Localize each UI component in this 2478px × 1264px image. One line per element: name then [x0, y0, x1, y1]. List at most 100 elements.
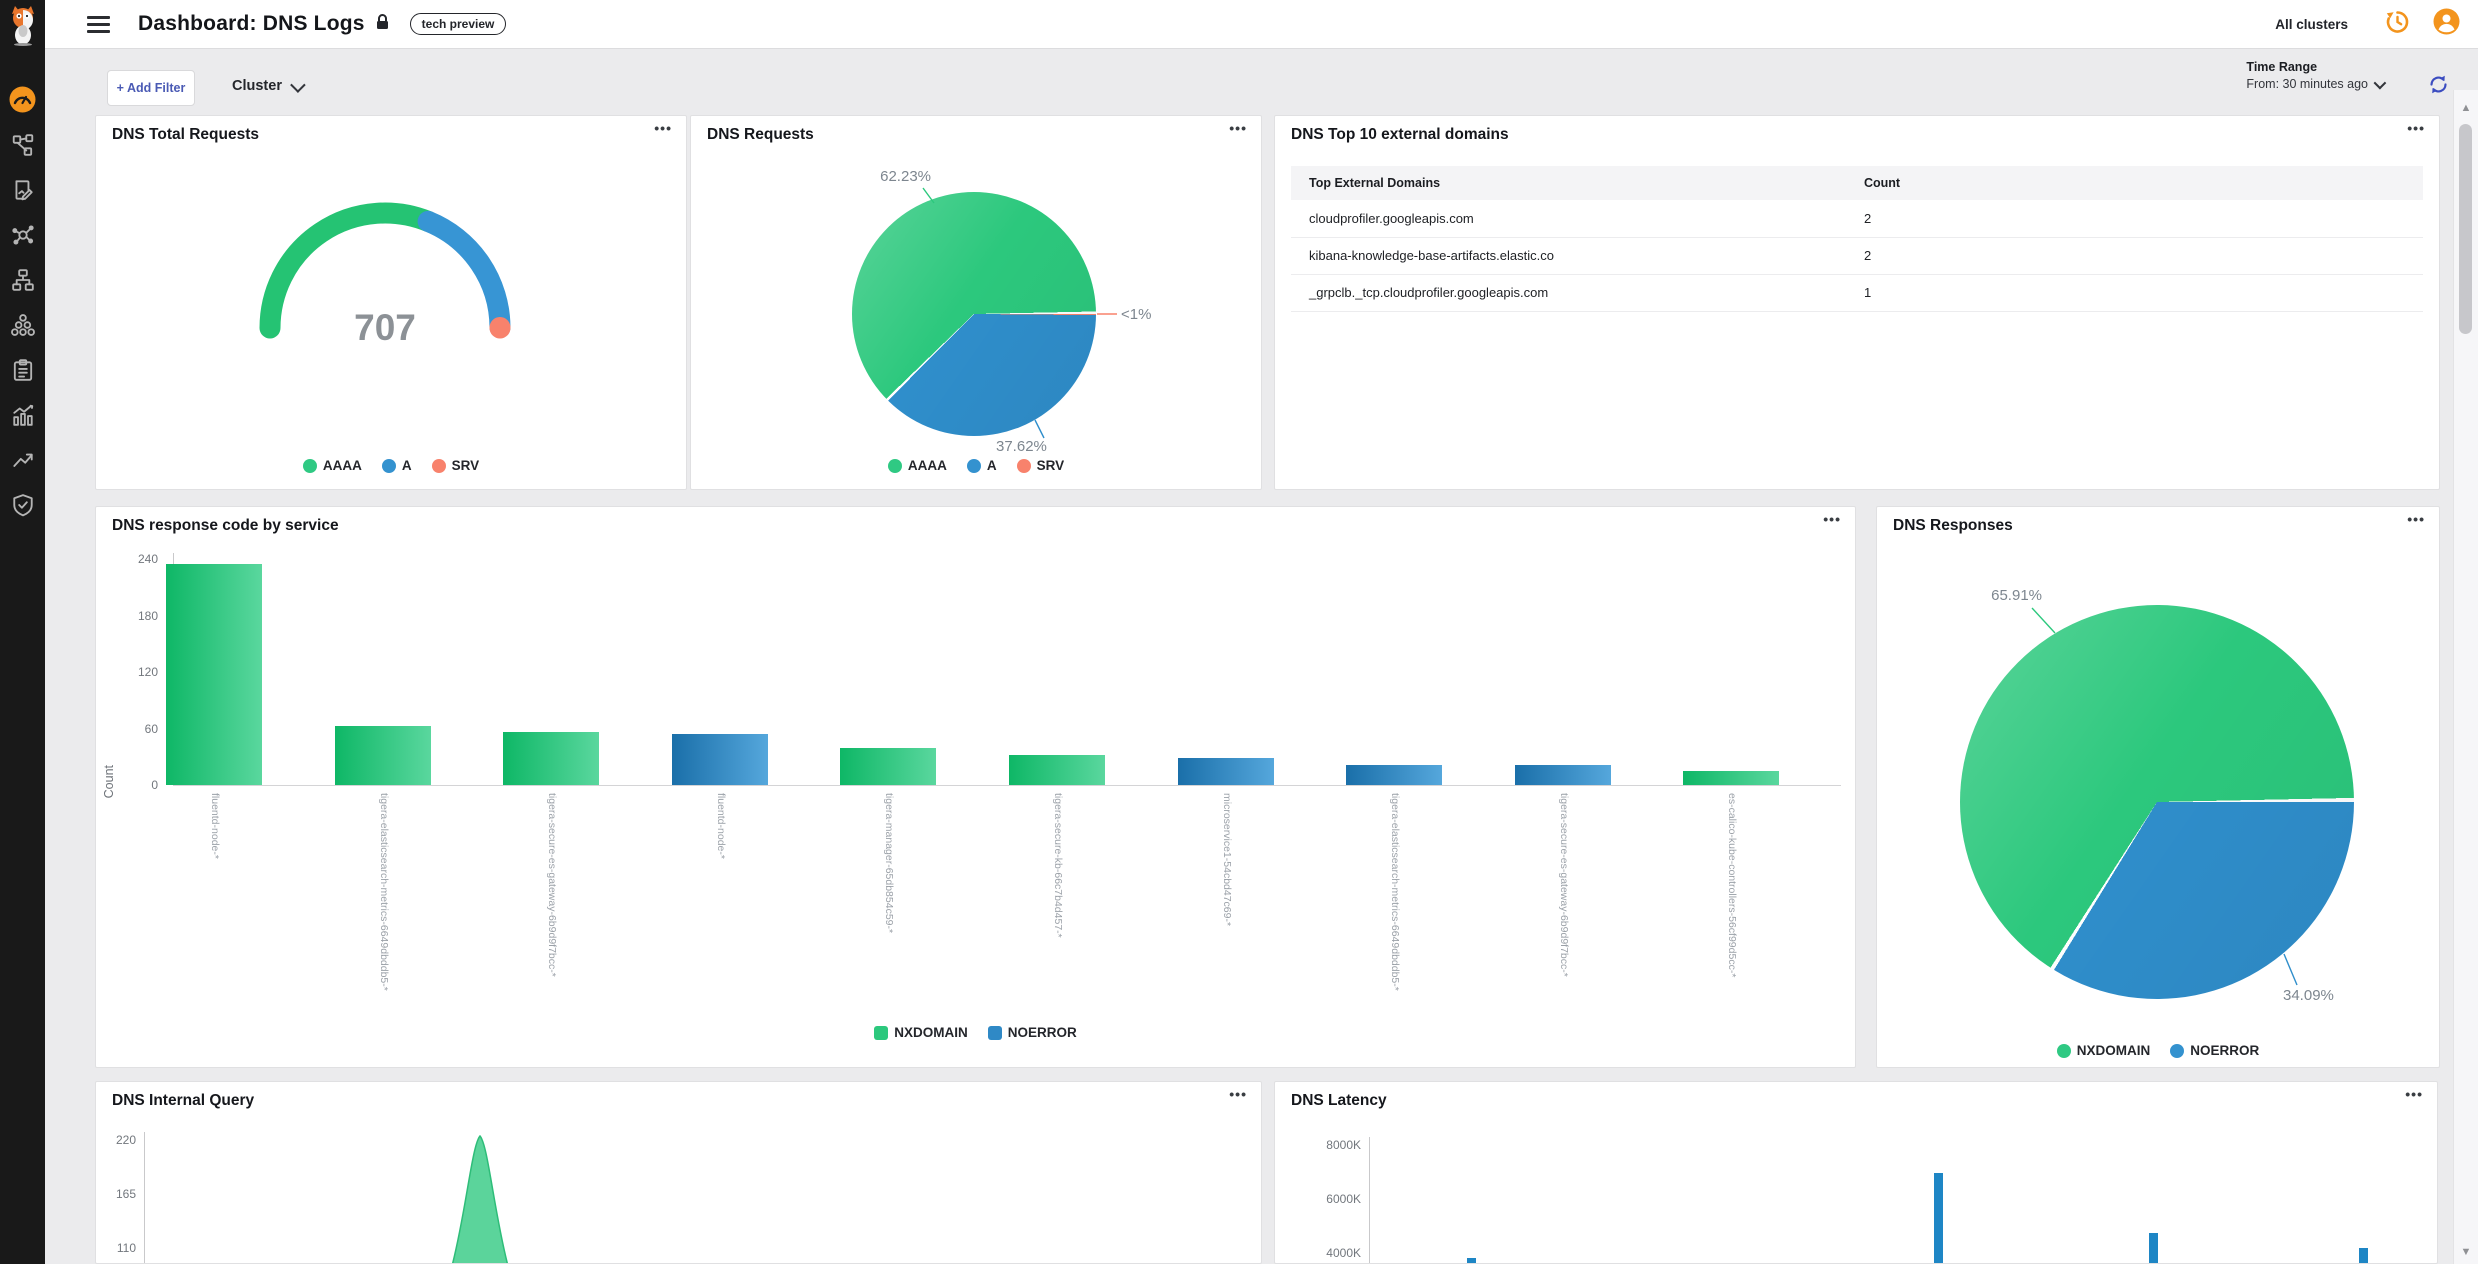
vertical-scrollbar[interactable]: ▲ ▼ — [2453, 90, 2478, 1264]
count-cell: 2 — [1864, 211, 2064, 226]
sidebar-item-trends[interactable] — [0, 437, 45, 482]
area-chart — [96, 1082, 1262, 1264]
cluster-dropdown[interactable]: Cluster — [232, 78, 302, 94]
legend-item[interactable]: SRV — [432, 458, 480, 473]
sidebar-item-dashboards[interactable] — [0, 77, 45, 122]
legend-item[interactable]: AAAA — [888, 458, 947, 473]
legend-label: AAAA — [323, 458, 362, 473]
sidebar-item-policies[interactable] — [0, 167, 45, 212]
table-row: _grpclb._tcp.cloudprofiler.googleapis.co… — [1291, 274, 2423, 312]
legend-label: NXDOMAIN — [2077, 1043, 2151, 1058]
panel-menu-icon[interactable]: ••• — [1823, 511, 1841, 527]
legend-item[interactable]: A — [382, 458, 412, 473]
panel-menu-icon[interactable]: ••• — [2407, 511, 2425, 527]
legend-label: NOERROR — [2190, 1043, 2259, 1058]
y-tick-label: 240 — [98, 552, 158, 566]
calico-cat-logo-icon[interactable] — [4, 4, 42, 51]
y-tick-label: 6000K — [1301, 1192, 1361, 1206]
legend-item[interactable]: NXDOMAIN — [2057, 1043, 2151, 1058]
legend-swatch — [1017, 459, 1031, 473]
legend-item[interactable]: NOERROR — [2170, 1043, 2259, 1058]
y-tick-label: 60 — [98, 722, 158, 736]
time-range-control[interactable]: Time Range From: 30 minutes ago — [2246, 60, 2383, 91]
panel-menu-icon[interactable]: ••• — [654, 120, 672, 136]
bar-noerror — [1346, 765, 1442, 785]
scrollbar-thumb[interactable] — [2459, 124, 2472, 334]
x-tick-label: fluentd-node-* — [209, 793, 221, 859]
legend-swatch — [888, 459, 902, 473]
legend-item[interactable]: AAAA — [303, 458, 362, 473]
lock-icon — [375, 13, 390, 36]
sidebar-item-threat-defense[interactable] — [0, 482, 45, 527]
sidebar-item-network-sets[interactable] — [0, 257, 45, 302]
bar-noerror — [1515, 765, 1611, 785]
legend-item[interactable]: SRV — [1017, 458, 1065, 473]
legend-label: A — [987, 458, 997, 473]
sidebar-item-statistics[interactable] — [0, 392, 45, 437]
table-row: kibana-knowledge-base-artifacts.elastic.… — [1291, 237, 2423, 275]
pie-label-srv: <1% — [1121, 306, 1151, 323]
add-filter-button[interactable]: + Add Filter — [107, 70, 195, 106]
panel-title: DNS Latency — [1291, 1092, 1387, 1110]
sidebar-item-nodes[interactable] — [0, 212, 45, 257]
domain-cell: _grpclb._tcp.cloudprofiler.googleapis.co… — [1291, 285, 1864, 300]
y-tick-label: 4000K — [1301, 1246, 1361, 1260]
x-tick-label: tigera-secure-es-gateway-6b9d9f7bcc-* — [1558, 793, 1570, 977]
x-tick-label: tigera-manager-65db854c59-* — [883, 793, 895, 933]
legend-swatch — [874, 1026, 888, 1040]
pie-chart-dns-requests — [852, 192, 1096, 436]
x-tick-label: es-calico-kube-controllers-56cf99d5cc-* — [1726, 793, 1738, 977]
panel-menu-icon[interactable]: ••• — [2407, 120, 2425, 136]
y-tick-label: 110 — [95, 1241, 136, 1255]
scroll-up-icon[interactable]: ▲ — [2454, 102, 2478, 114]
legend-item[interactable]: A — [967, 458, 997, 473]
count-cell: 1 — [1864, 285, 2064, 300]
x-tick-label: microservice1-54cbd47c69-* — [1221, 793, 1233, 926]
legend-swatch — [988, 1026, 1002, 1040]
refresh-icon[interactable] — [2427, 73, 2450, 101]
table-row: cloudprofiler.googleapis.com2 — [1291, 200, 2423, 238]
panel-menu-icon[interactable]: ••• — [2405, 1086, 2423, 1102]
bar-nxdomain — [840, 748, 936, 785]
legend-item[interactable]: NOERROR — [988, 1025, 1077, 1040]
panel-menu-icon[interactable]: ••• — [1229, 120, 1247, 136]
chart-legend: AAAAASRV — [691, 458, 1261, 473]
panel-dns-latency: DNS Latency ••• Nanoseconds 8000K6000K40… — [1274, 1081, 2438, 1264]
pie-label-aaaa: 62.23% — [841, 168, 931, 185]
domain-cell: kibana-knowledge-base-artifacts.elastic.… — [1291, 248, 1864, 263]
history-icon[interactable] — [2384, 8, 2411, 40]
user-avatar-icon[interactable] — [2433, 8, 2460, 40]
table-header-count: Count — [1864, 176, 2064, 190]
cluster-selector[interactable]: All clusters — [2275, 17, 2348, 32]
legend-label: SRV — [452, 458, 480, 473]
domain-cell: cloudprofiler.googleapis.com — [1291, 211, 1864, 226]
legend-label: NOERROR — [1008, 1025, 1077, 1040]
panel-title: DNS Top 10 external domains — [1291, 126, 1509, 144]
legend-item[interactable]: NXDOMAIN — [874, 1025, 968, 1040]
panel-title: DNS Responses — [1893, 517, 2013, 535]
table-header-domains: Top External Domains — [1291, 176, 1864, 190]
chevron-down-icon — [290, 77, 306, 93]
panel-title: DNS Internal Query — [112, 1092, 254, 1110]
chart-legend: NXDOMAIN NOERROR — [1877, 1043, 2439, 1058]
pie-label-noerror: 34.09% — [2283, 987, 2334, 1004]
legend-swatch — [967, 459, 981, 473]
sidebar-item-clusters[interactable] — [0, 302, 45, 347]
hamburger-menu-icon[interactable] — [87, 12, 110, 37]
left-nav-sidebar — [0, 0, 45, 1264]
legend-label: SRV — [1037, 458, 1065, 473]
cluster-dropdown-label: Cluster — [232, 78, 282, 94]
panel-menu-icon[interactable]: ••• — [1229, 1086, 1247, 1102]
scroll-down-icon[interactable]: ▼ — [2454, 1246, 2478, 1258]
bar-noerror — [1178, 758, 1274, 785]
x-tick-label: tigera-secure-kb-66c7b4d457-* — [1052, 793, 1064, 938]
legend-label: NXDOMAIN — [894, 1025, 968, 1040]
legend-swatch — [303, 459, 317, 473]
sidebar-item-compliance-reports[interactable] — [0, 347, 45, 392]
latency-bar — [1467, 1258, 1476, 1264]
y-tick-label: 0 — [98, 778, 158, 792]
panel-title: DNS Total Requests — [112, 126, 259, 144]
pie-label-nxdomain: 65.91% — [1952, 587, 2042, 604]
sidebar-item-service-graph[interactable] — [0, 122, 45, 167]
legend-swatch — [432, 459, 446, 473]
